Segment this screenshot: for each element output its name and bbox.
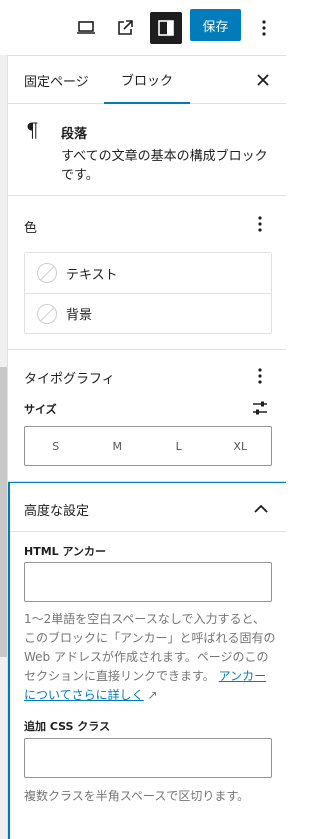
block-card: ¶ 段落 すべての文章の基本の構成ブロックです。 xyxy=(8,104,286,196)
custom-size-settings-icon[interactable] xyxy=(250,398,270,418)
advanced-panel-toggle[interactable]: 高度な設定 xyxy=(10,482,286,532)
color-item-text[interactable]: テキスト xyxy=(25,253,271,293)
css-class-label: 追加 CSS クラス xyxy=(24,720,111,733)
css-class-help: 複数クラスを半角スペースで区切ります。 xyxy=(24,789,250,803)
empty-swatch-icon xyxy=(37,303,57,324)
paragraph-icon: ¶ xyxy=(26,118,39,142)
font-size-label: サイズ xyxy=(24,403,57,416)
external-link-icon: ↗ xyxy=(147,688,158,702)
sidebar-tabs: 固定ページ ブロック xyxy=(8,56,286,104)
chevron-up-icon[interactable] xyxy=(250,497,272,519)
color-panel-title: 色 xyxy=(24,221,38,236)
color-panel: 色 テキスト 背景 xyxy=(8,196,286,350)
font-size-option-m[interactable]: M xyxy=(87,427,149,465)
settings-sidebar: 保存 固定ページ ブロック ¶ 段落 すべての文章の基本の構成ブロックです。 色… xyxy=(8,0,286,839)
editor-scroll-area xyxy=(0,55,8,839)
laptop-icon[interactable] xyxy=(70,12,102,44)
advanced-panel: 高度な設定 HTML アンカー 1〜2単語を空白スペースなしで入力すると、このブ… xyxy=(8,482,286,839)
advanced-panel-title: 高度な設定 xyxy=(24,504,90,519)
tab-block[interactable]: ブロック xyxy=(104,56,190,104)
close-icon[interactable] xyxy=(253,70,273,90)
scrollbar-thumb[interactable] xyxy=(0,367,7,657)
html-anchor-help: 1〜2単語を空白スペースなしで入力すると、このブロックに「アンカー」と呼ばれる固… xyxy=(24,610,276,705)
color-item-background[interactable]: 背景 xyxy=(25,293,271,333)
html-anchor-label: HTML アンカー xyxy=(24,545,107,558)
tab-page[interactable]: 固定ページ xyxy=(24,56,89,104)
more-vertical-icon[interactable] xyxy=(250,212,270,236)
block-description: すべての文章の基本の構成ブロックです。 xyxy=(61,149,268,183)
save-button[interactable]: 保存 xyxy=(190,9,241,41)
html-anchor-input[interactable] xyxy=(24,562,272,602)
color-item-label: テキスト xyxy=(66,267,118,283)
font-size-option-xl[interactable]: XL xyxy=(210,427,272,465)
font-size-option-l[interactable]: L xyxy=(148,427,210,465)
more-vertical-icon[interactable] xyxy=(248,12,280,44)
font-size-toggle-group: S M L XL xyxy=(24,426,272,466)
editor-toolbar: 保存 xyxy=(8,0,286,56)
block-title: 段落 xyxy=(61,127,88,142)
color-item-label: 背景 xyxy=(66,308,93,323)
typography-panel: タイポグラフィ サイズ S M L XL xyxy=(8,350,286,482)
color-options: テキスト 背景 xyxy=(24,252,272,334)
font-size-option-s[interactable]: S xyxy=(25,427,87,465)
css-class-input[interactable] xyxy=(24,738,272,778)
sidebar-toggle-icon[interactable] xyxy=(150,12,182,44)
external-link-icon[interactable] xyxy=(109,12,141,44)
typography-panel-title: タイポグラフィ xyxy=(24,372,115,387)
more-vertical-icon[interactable] xyxy=(250,364,270,388)
empty-swatch-icon xyxy=(37,263,57,283)
